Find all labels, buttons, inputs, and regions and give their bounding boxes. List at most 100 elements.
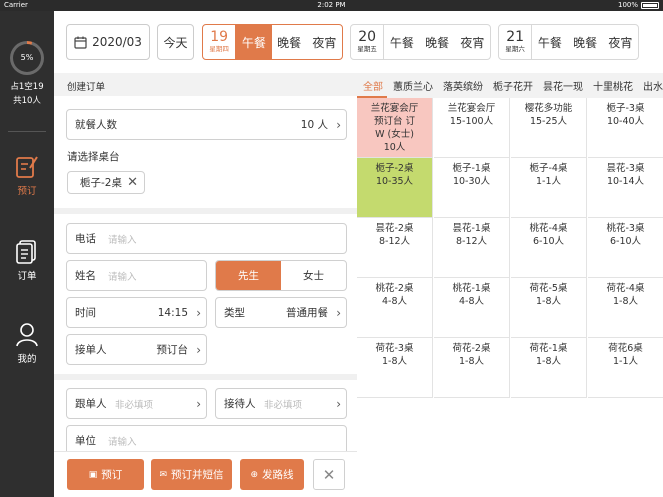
gender-female[interactable]: 女士 <box>281 261 346 290</box>
table-cell[interactable]: 昙花-2桌 8-12人 <box>357 218 433 278</box>
nav-orders[interactable]: 订单 <box>0 239 54 282</box>
table-cell[interactable]: 桃花-3桌 6-10人 <box>588 218 663 278</box>
table-capacity: 6-10人 <box>609 236 642 247</box>
table-name: 兰花宴会厅 <box>447 103 496 114</box>
phone-input[interactable]: 请输入 <box>108 224 137 253</box>
area-tab[interactable]: 落英缤纷 <box>437 78 487 93</box>
phone-label: 电话 <box>75 233 96 245</box>
meal-late-night[interactable]: 夜宵 <box>603 25 638 59</box>
name-label: 姓名 <box>75 270 96 282</box>
table-name: 栀子-1桌 <box>452 163 491 174</box>
time-value: 14:15 <box>157 306 188 319</box>
table-capacity: 6-10人 <box>532 236 565 247</box>
section-divider <box>54 208 357 214</box>
date-19[interactable]: 19 星期四 <box>203 25 237 59</box>
meal-dinner[interactable]: 晚餐 <box>420 25 455 59</box>
chevron-right-icon: › <box>196 396 201 411</box>
meal-lunch[interactable]: 午餐 <box>532 25 567 59</box>
table-name: 昙花-1桌 <box>452 223 491 234</box>
send-route-button[interactable]: ⊕ 发路线 <box>240 459 304 490</box>
month-picker[interactable]: 2020/03 <box>66 24 150 60</box>
follower-input[interactable]: 非必填项 <box>115 389 153 418</box>
table-name: 荷花-2桌 <box>452 343 491 354</box>
date-weekday: 星期六 <box>505 45 525 53</box>
meal-dinner[interactable]: 晚餐 <box>568 25 603 59</box>
table-cell[interactable]: 兰花宴会厅 15-100人 <box>434 98 510 158</box>
meal-late-night[interactable]: 夜宵 <box>455 25 490 59</box>
receiver-field[interactable]: 接单人 预订台 › <box>66 334 207 365</box>
time-field[interactable]: 时间 14:15 › <box>66 297 207 328</box>
meal-late-night[interactable]: 夜宵 <box>307 25 342 59</box>
area-tab[interactable]: 全部 <box>357 78 387 98</box>
follower-label: 跟单人 <box>75 398 107 410</box>
area-tab[interactable]: 蕙质兰心 <box>387 78 437 93</box>
table-cell[interactable]: 荷花-4桌 1-8人 <box>588 278 663 338</box>
table-capacity: 1-8人 <box>535 296 562 307</box>
name-input[interactable]: 请输入 <box>108 261 137 290</box>
table-name: 栀子-3桌 <box>606 103 645 114</box>
host-field[interactable]: 接待人 非必填项 › <box>215 388 347 419</box>
table-name: 桃花-2桌 <box>375 283 414 294</box>
meal-dinner[interactable]: 晚餐 <box>272 25 307 59</box>
reserve-sms-button[interactable]: ✉ 预订并短信 <box>151 459 232 490</box>
nav-orders-label: 订单 <box>17 271 37 282</box>
calendar-icon <box>74 36 87 49</box>
type-field[interactable]: 类型 普通用餐 › <box>215 297 347 328</box>
diners-field[interactable]: 就餐人数 10 人 › <box>66 109 347 140</box>
close-button[interactable]: ✕ <box>313 459 345 490</box>
table-cell[interactable]: 荷花-1桌 1-8人 <box>511 338 587 398</box>
area-tab[interactable]: 栀子花开 <box>487 78 537 93</box>
table-cell[interactable]: 昙花-1桌 8-12人 <box>434 218 510 278</box>
table-cell[interactable]: 荷花6桌 1-1人 <box>588 338 663 398</box>
reserve-button[interactable]: ▣ 预订 <box>67 459 144 490</box>
table-name: 荷花-1桌 <box>529 343 568 354</box>
table-cell[interactable]: 荷花-5桌 1-8人 <box>511 278 587 338</box>
table-grid-panel: 全部 蕙质兰心 落英缤纷 栀子花开 昙花一现 十里桃花 出水芙蓉 兰花宴会厅 预… <box>357 73 663 497</box>
table-cell[interactable]: 樱花多功能 15-25人 <box>511 98 587 158</box>
table-cell[interactable]: 桃花-2桌 4-8人 <box>357 278 433 338</box>
date-20[interactable]: 20 星期五 <box>351 25 385 59</box>
table-cell[interactable]: 桃花-1桌 4-8人 <box>434 278 510 338</box>
close-icon[interactable]: ✕ <box>127 175 138 190</box>
table-name: 荷花-4桌 <box>606 283 645 294</box>
diners-label: 就餐人数 <box>75 119 117 131</box>
type-value: 普通用餐 <box>286 307 328 319</box>
area-tab[interactable]: 出水芙蓉 <box>637 78 663 93</box>
battery-icon <box>641 1 659 9</box>
date-21[interactable]: 21 星期六 <box>499 25 533 59</box>
table-cell[interactable]: 荷花-3桌 1-8人 <box>357 338 433 398</box>
table-cell[interactable]: 栀子-2桌 10-35人 <box>357 158 433 218</box>
date-group-20: 20 星期五 午餐 晚餐 夜宵 <box>350 24 491 60</box>
table-cell[interactable]: 栀子-4桌 1-1人 <box>511 158 587 218</box>
table-cell[interactable]: 昙花-3桌 10-14人 <box>588 158 663 218</box>
host-input[interactable]: 非必填项 <box>264 389 302 418</box>
table-name: 樱花多功能 <box>524 103 573 114</box>
sidebar-divider <box>8 131 46 132</box>
nav-profile[interactable]: 我的 <box>0 322 54 365</box>
meal-lunch[interactable]: 午餐 <box>384 25 419 59</box>
date-weekday: 星期五 <box>357 45 377 53</box>
table-guest: W (女士) <box>375 129 414 140</box>
follower-field[interactable]: 跟单人 非必填项 › <box>66 388 207 419</box>
table-cell[interactable]: 桃花-4桌 6-10人 <box>511 218 587 278</box>
table-capacity: 1-8人 <box>458 356 485 367</box>
phone-field[interactable]: 电话 请输入 <box>66 223 347 254</box>
area-tab[interactable]: 昙花一现 <box>537 78 587 93</box>
date-group-19: 19 星期四 午餐 晚餐 夜宵 <box>202 24 343 60</box>
today-button[interactable]: 今天 <box>157 24 194 60</box>
table-capacity: 1-1人 <box>612 356 639 367</box>
table-name: 荷花-3桌 <box>375 343 414 354</box>
meal-lunch[interactable]: 午餐 <box>236 25 272 59</box>
table-cell[interactable]: 荷花-2桌 1-8人 <box>434 338 510 398</box>
occupancy-percent: 5% <box>20 53 34 62</box>
table-cell[interactable]: 兰花宴会厅 预订台 订 W (女士) 10人 <box>357 98 433 158</box>
nav-reserve[interactable]: 预订 <box>0 154 54 197</box>
table-name: 栀子-2桌 <box>375 163 414 174</box>
chevron-right-icon: › <box>196 342 201 357</box>
table-cell[interactable]: 栀子-3桌 10-40人 <box>588 98 663 158</box>
choose-table-label: 请选择桌台 <box>67 151 120 163</box>
name-field[interactable]: 姓名 请输入 <box>66 260 207 291</box>
table-cell[interactable]: 栀子-1桌 10-30人 <box>434 158 510 218</box>
gender-male[interactable]: 先生 <box>216 261 281 290</box>
area-tab[interactable]: 十里桃花 <box>587 78 637 93</box>
